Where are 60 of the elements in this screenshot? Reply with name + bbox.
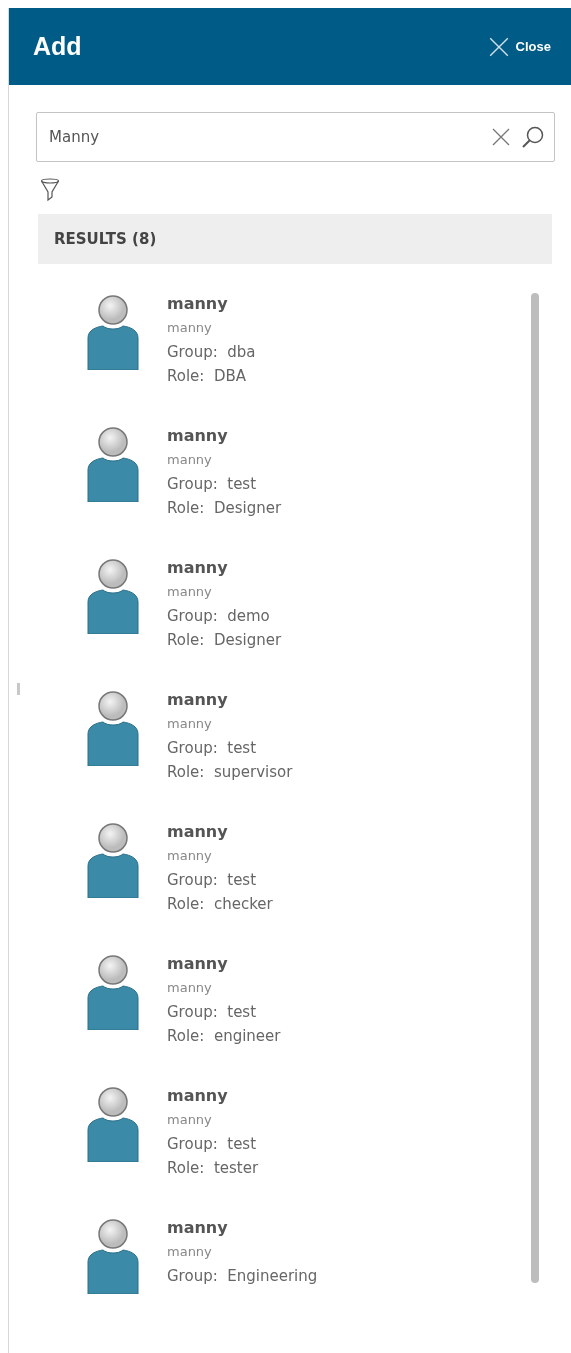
user-name: manny xyxy=(167,425,229,447)
user-role: Role: checker xyxy=(167,894,273,915)
person-avatar-icon xyxy=(86,294,140,370)
filter-icon xyxy=(40,178,60,202)
result-item[interactable]: manny manny Group: dba Role: DBA xyxy=(36,288,531,420)
user-name: manny xyxy=(167,293,229,315)
clear-button[interactable] xyxy=(491,127,511,147)
person-avatar-icon xyxy=(86,558,140,634)
user-role: Role: Designer xyxy=(167,498,282,519)
user-login: manny xyxy=(167,1243,213,1261)
user-group: Group: Engineering xyxy=(167,1264,318,1288)
result-item[interactable]: manny manny Group: test Role: Designer xyxy=(36,420,531,552)
user-login: manny xyxy=(167,319,213,337)
result-item[interactable]: manny manny Group: test Role: engineer xyxy=(36,948,531,1080)
close-icon xyxy=(487,35,510,58)
resize-handle[interactable] xyxy=(17,683,20,695)
clear-icon xyxy=(491,127,511,147)
person-avatar-icon xyxy=(86,690,140,766)
user-role: Role: supervisor xyxy=(167,762,293,783)
user-group: Group: test xyxy=(167,736,293,760)
person-avatar-icon xyxy=(86,1218,140,1294)
user-name: manny xyxy=(167,1217,229,1239)
user-role: Role: Designer xyxy=(167,630,282,651)
user-login: manny xyxy=(167,847,213,865)
search-button[interactable] xyxy=(521,125,545,149)
user-login: manny xyxy=(167,583,213,601)
scrollbar-thumb[interactable] xyxy=(531,293,539,1283)
user-group: Group: test xyxy=(167,472,282,496)
user-name: manny xyxy=(167,1085,229,1107)
panel-title: Add xyxy=(33,32,82,61)
user-group: Group: test xyxy=(167,1000,281,1024)
result-item[interactable]: manny manny Group: demo Role: Designer xyxy=(36,552,531,684)
user-group: Group: dba xyxy=(167,340,256,364)
result-item[interactable]: manny manny Group: test Role: tester xyxy=(36,1080,531,1212)
user-name: manny xyxy=(167,689,229,711)
user-login: manny xyxy=(167,979,213,997)
person-avatar-icon xyxy=(86,954,140,1030)
user-name: manny xyxy=(167,557,229,579)
user-login: manny xyxy=(167,1111,213,1129)
person-avatar-icon xyxy=(86,822,140,898)
user-role: Role: DBA xyxy=(167,366,247,387)
result-item[interactable]: manny manny Group: test Role: supervisor xyxy=(36,684,531,816)
person-avatar-icon xyxy=(86,426,140,502)
user-name: manny xyxy=(167,953,229,975)
user-name: manny xyxy=(167,821,229,843)
user-group: Group: test xyxy=(167,1132,259,1156)
user-role: Role: engineer xyxy=(167,1026,281,1047)
search-icon xyxy=(521,125,545,149)
user-role: Role: tester xyxy=(167,1158,259,1179)
results-count: RESULTS (8) xyxy=(54,230,157,248)
user-group: Group: test xyxy=(167,868,273,892)
user-login: manny xyxy=(167,715,213,733)
person-avatar-icon xyxy=(86,1086,140,1162)
close-button[interactable]: Close xyxy=(487,35,551,58)
result-item[interactable]: manny manny Group: test Role: checker xyxy=(36,816,531,948)
user-group: Group: demo xyxy=(167,604,282,628)
user-login: manny xyxy=(167,451,213,469)
result-item[interactable]: manny manny Group: Engineering xyxy=(36,1212,531,1316)
search-field[interactable]: Manny xyxy=(36,112,555,162)
filter-button[interactable] xyxy=(40,178,62,202)
